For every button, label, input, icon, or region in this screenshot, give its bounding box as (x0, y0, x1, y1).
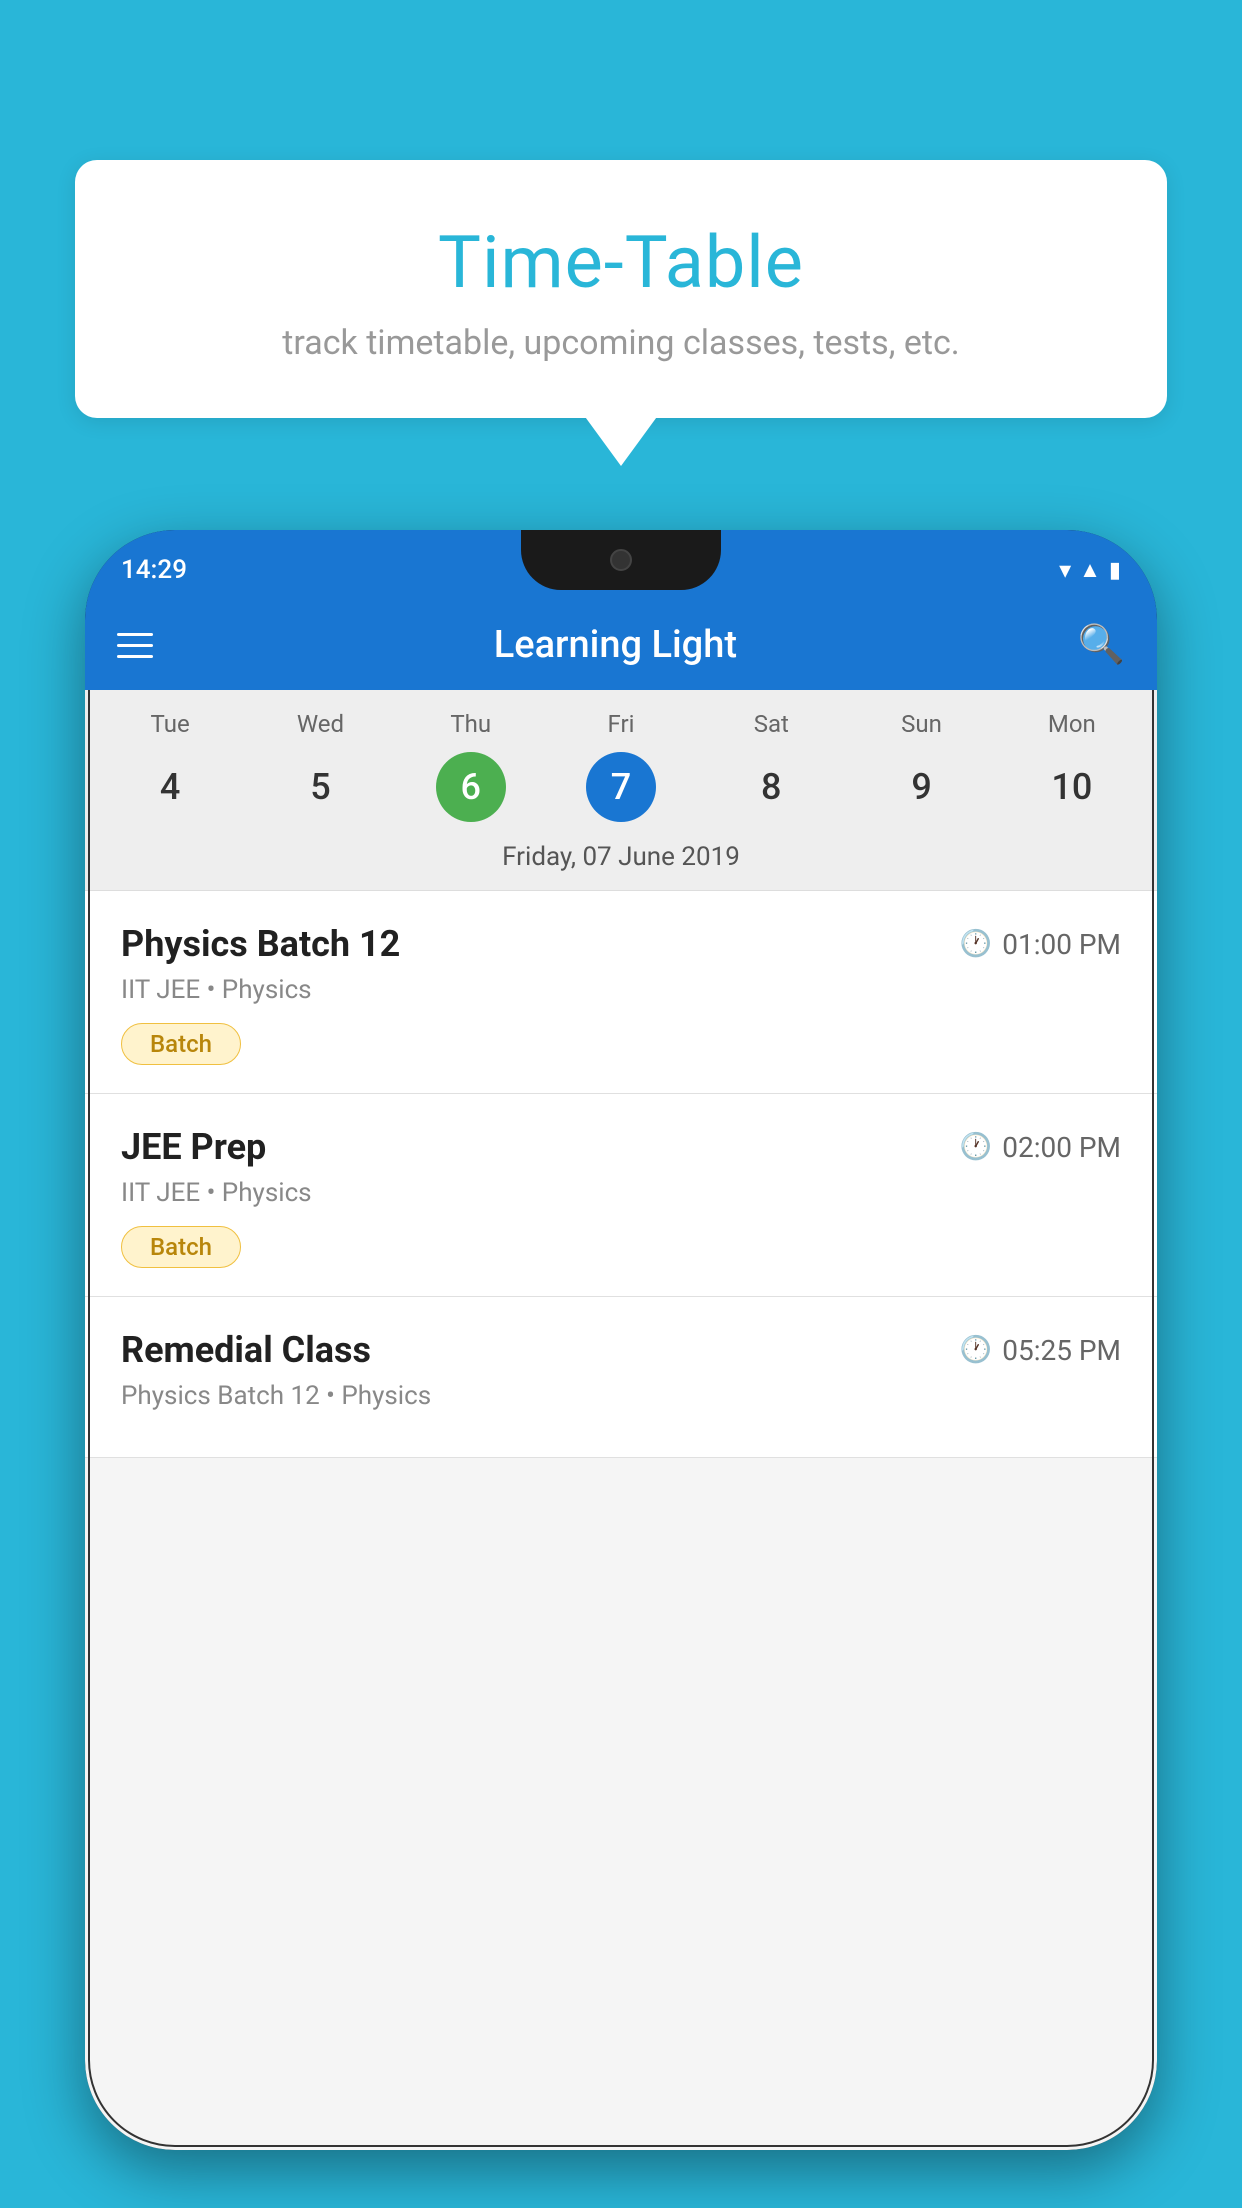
class-name: Physics Batch 12 (121, 923, 400, 965)
day-col-wed[interactable]: Wed 5 (245, 710, 395, 822)
day-col-thu[interactable]: Thu 6 (396, 710, 546, 822)
day-num: 7 (586, 752, 656, 822)
day-name: Wed (297, 710, 344, 738)
selected-date-label: Friday, 07 June 2019 (85, 830, 1157, 890)
class-detail: IIT JEE • Physics (121, 1178, 1121, 1208)
class-item[interactable]: Remedial Class 🕐05:25 PM Physics Batch 12 … (85, 1297, 1157, 1458)
bubble-subtitle: track timetable, upcoming classes, tests… (125, 323, 1117, 363)
day-name: Mon (1048, 710, 1096, 738)
day-num: 10 (1037, 752, 1107, 822)
phone-notch (521, 530, 721, 590)
class-detail: Physics Batch 12 • Physics (121, 1381, 1121, 1411)
classes-list: Physics Batch 12 🕐01:00 PM IIT JEE • Physi… (85, 891, 1157, 1458)
class-item[interactable]: JEE Prep 🕐02:00 PM IIT JEE • Physics Batch (85, 1094, 1157, 1297)
day-num: 5 (285, 752, 355, 822)
hamburger-menu-button[interactable] (117, 633, 153, 658)
class-name: Remedial Class (121, 1329, 371, 1371)
clock-icon: 🕐 (960, 1335, 992, 1365)
front-camera (610, 549, 632, 571)
day-col-sun[interactable]: Sun 9 (846, 710, 996, 822)
class-item-header: Remedial Class 🕐05:25 PM (121, 1329, 1121, 1371)
days-row: Tue 4 Wed 5 Thu 6 Fri 7 Sat 8 Sun 9 Mon 10 (85, 690, 1157, 830)
speech-bubble-container: Time-Table track timetable, upcoming cla… (75, 160, 1167, 418)
hamburger-line-2 (117, 644, 153, 647)
class-item[interactable]: Physics Batch 12 🕐01:00 PM IIT JEE • Physi… (85, 891, 1157, 1094)
class-item-header: JEE Prep 🕐02:00 PM (121, 1126, 1121, 1168)
day-name: Fri (608, 710, 635, 738)
wifi-icon: ▾ (1059, 556, 1071, 584)
batch-badge: Batch (121, 1226, 241, 1268)
day-name: Sun (901, 710, 942, 738)
app-title: Learning Light (153, 623, 1078, 667)
day-num: 6 (436, 752, 506, 822)
class-time: 🕐02:00 PM (960, 1131, 1121, 1164)
speech-bubble: Time-Table track timetable, upcoming cla… (75, 160, 1167, 418)
signal-icon: ▲ (1079, 557, 1101, 583)
phone-frame: 14:29 ▾ ▲ ▮ Learning Light 🔍 (85, 530, 1157, 2150)
screen-content: Tue 4 Wed 5 Thu 6 Fri 7 Sat 8 Sun 9 Mon 10 Friday, 07… (85, 690, 1157, 2150)
class-item-header: Physics Batch 12 🕐01:00 PM (121, 923, 1121, 965)
search-icon[interactable]: 🔍 (1078, 623, 1125, 667)
battery-icon: ▮ (1109, 558, 1121, 583)
hamburger-line-1 (117, 633, 153, 636)
class-time: 🕐05:25 PM (960, 1334, 1121, 1367)
phone-container: 14:29 ▾ ▲ ▮ Learning Light 🔍 (85, 530, 1157, 2208)
day-num: 8 (736, 752, 806, 822)
calendar-section: Tue 4 Wed 5 Thu 6 Fri 7 Sat 8 Sun 9 Mon 10 Friday, 07… (85, 690, 1157, 891)
day-col-sat[interactable]: Sat 8 (696, 710, 846, 822)
day-name: Sat (754, 710, 789, 738)
day-name: Tue (151, 710, 190, 738)
day-name: Thu (450, 710, 491, 738)
clock-icon: 🕐 (960, 1132, 992, 1162)
day-col-mon[interactable]: Mon 10 (997, 710, 1147, 822)
class-detail: IIT JEE • Physics (121, 975, 1121, 1005)
hamburger-line-3 (117, 655, 153, 658)
class-time: 🕐01:00 PM (960, 928, 1121, 961)
bubble-title: Time-Table (125, 220, 1117, 305)
day-col-tue[interactable]: Tue 4 (95, 710, 245, 822)
phone-inner: 14:29 ▾ ▲ ▮ Learning Light 🔍 (85, 530, 1157, 2150)
day-num: 9 (887, 752, 957, 822)
class-name: JEE Prep (121, 1126, 266, 1168)
status-time: 14:29 (121, 555, 187, 585)
app-bar: Learning Light 🔍 (85, 600, 1157, 690)
status-icons: ▾ ▲ ▮ (1059, 556, 1121, 584)
day-num: 4 (135, 752, 205, 822)
day-col-fri[interactable]: Fri 7 (546, 710, 696, 822)
batch-badge: Batch (121, 1023, 241, 1065)
clock-icon: 🕐 (960, 929, 992, 959)
